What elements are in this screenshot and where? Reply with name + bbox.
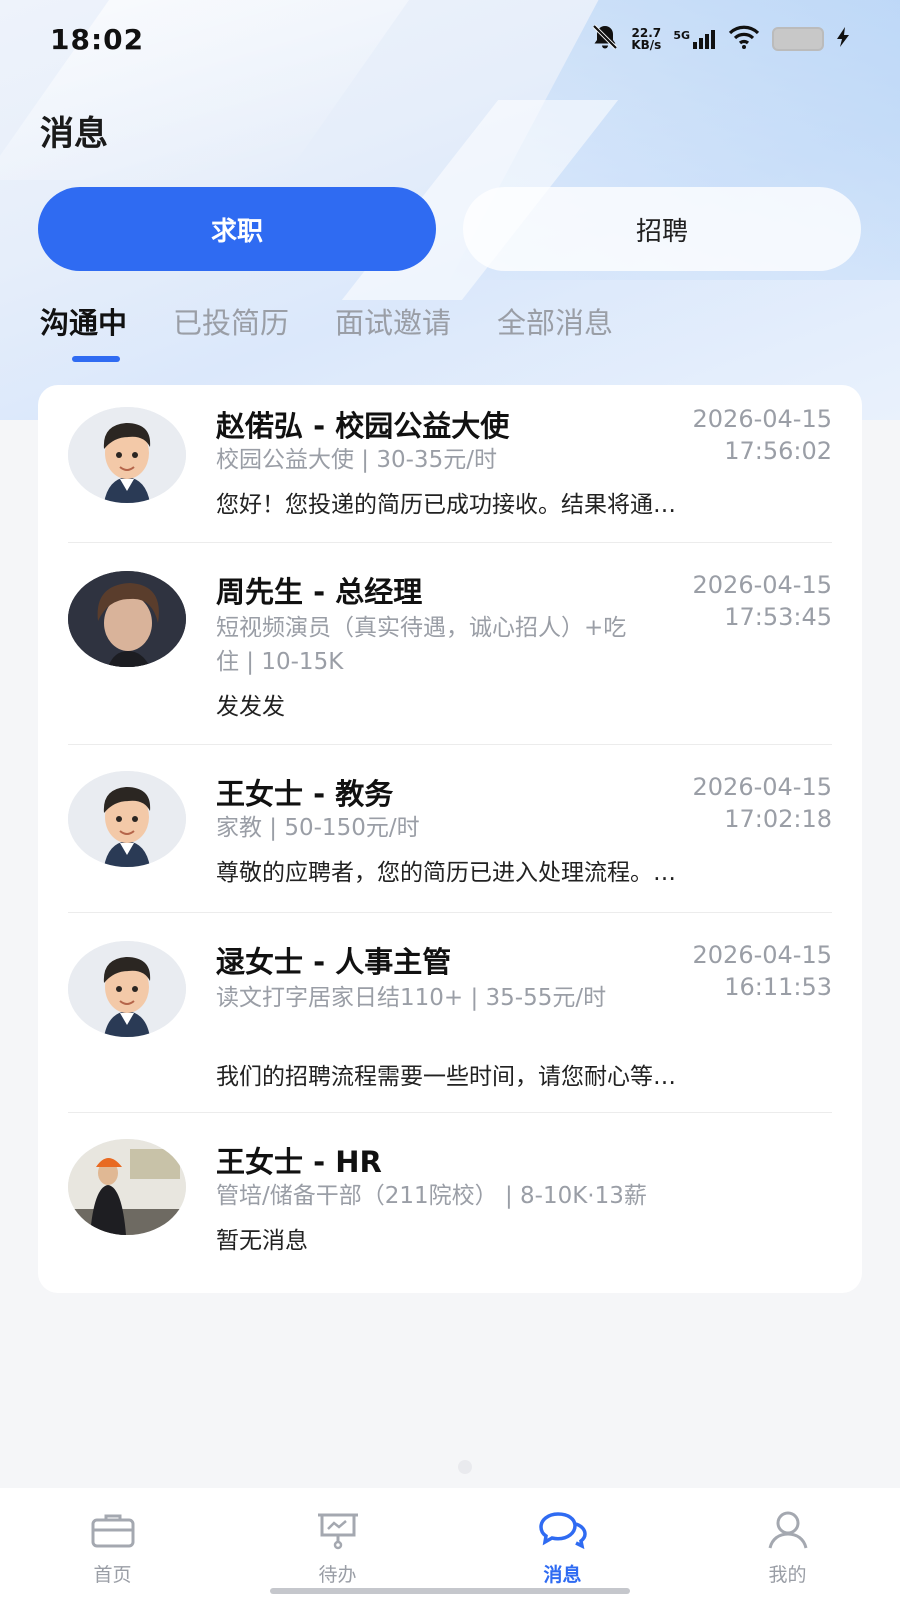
message-date: 2026-04-15 [692, 571, 832, 599]
last-message: 您好！您投递的简历已成功接收。结果将通… [216, 492, 676, 518]
battery-icon [772, 27, 824, 51]
nav-label: 我的 [768, 1564, 807, 1586]
avatar [68, 571, 186, 667]
nav-messages[interactable]: 消息 [450, 1488, 675, 1600]
conversation-title: 周先生 - 总经理 [216, 575, 423, 609]
conversation-title: 逯女士 - 人事主管 [216, 945, 452, 979]
clock: 18:02 [50, 22, 145, 56]
network-type: 5G [673, 29, 690, 42]
wifi-icon [728, 25, 760, 53]
job-summary: 短视频演员（真实待遇，诚心招人）+吃住 | 10-15K [216, 615, 627, 675]
message-date: 2026-04-15 [692, 773, 832, 801]
home-indicator[interactable] [270, 1588, 630, 1594]
nav-todo[interactable]: 待办 [225, 1488, 450, 1600]
message-time: 17:53:45 [724, 603, 832, 631]
cartoon-avatar-icon [68, 771, 186, 867]
message-timestamp: 2026-04-15 16:11:53 [693, 939, 832, 1003]
photo-avatar-icon [68, 571, 186, 667]
avatar [68, 771, 186, 867]
conversation-item[interactable]: 逯女士 - 人事主管 读文打字居家日结110+ | 35-55元/时 我们的招聘… [68, 913, 832, 1113]
signal-icon: 5G [673, 29, 716, 49]
user-icon [765, 1510, 811, 1554]
job-summary: 校园公益大使 | 30-35元/时 [216, 447, 497, 473]
chat-bubbles-icon [538, 1510, 588, 1554]
last-message: 我们的招聘流程需要一些时间，请您耐心等… [216, 1064, 676, 1090]
last-message: 尊敬的应聘者，您的简历已进入处理流程。… [216, 860, 676, 886]
charging-icon [836, 26, 850, 52]
mute-bell-icon [591, 23, 619, 55]
message-timestamp: 2026-04-15 17:56:02 [693, 403, 832, 467]
avatar [68, 941, 186, 1037]
message-tabs: 沟通中 已投简历 面试邀请 全部消息 [40, 300, 613, 362]
job-summary: 读文打字居家日结110+ | 35-55元/时 [216, 985, 607, 1011]
page-indicator-dot [458, 1460, 472, 1474]
message-time: 17:56:02 [724, 437, 832, 465]
job-summary: 管培/储备干部（211院校） | 8-10K·13薪 [216, 1183, 647, 1209]
message-time: 16:11:53 [724, 973, 832, 1001]
nav-label: 待办 [318, 1564, 357, 1586]
network-speed: 22.7 KB/s [631, 27, 661, 51]
message-time: 17:02:18 [724, 805, 832, 833]
tab-communicating[interactable]: 沟通中 [40, 300, 127, 362]
conversation-item[interactable]: 王女士 - 教务 家教 | 50-150元/时 尊敬的应聘者，您的简历已进入处理… [68, 745, 832, 913]
briefcase-icon [90, 1510, 136, 1554]
presentation-board-icon [315, 1510, 361, 1554]
avatar [68, 407, 186, 503]
conversation-title: 王女士 - 教务 [216, 777, 394, 811]
nav-profile[interactable]: 我的 [675, 1488, 900, 1600]
last-message: 暂无消息 [216, 1228, 308, 1254]
message-timestamp: 2026-04-15 17:53:45 [693, 569, 832, 633]
last-message: 发发发 [216, 694, 285, 720]
tab-all-messages[interactable]: 全部消息 [497, 300, 613, 362]
tab-resumes-sent[interactable]: 已投简历 [173, 300, 289, 362]
message-timestamp: 2026-04-15 17:02:18 [693, 771, 832, 835]
conversation-item[interactable]: 赵偌弘 - 校园公益大使 校园公益大使 | 30-35元/时 您好！您投递的简历… [68, 385, 832, 543]
status-bar: 18:02 22.7 KB/s 5G [0, 0, 900, 78]
page-title: 消息 [40, 114, 108, 154]
job-summary: 家教 | 50-150元/时 [216, 815, 420, 841]
message-date: 2026-04-15 [692, 405, 832, 433]
conversation-list: 赵偌弘 - 校园公益大使 校园公益大使 | 30-35元/时 您好！您投递的简历… [38, 385, 862, 1293]
segment-recruiting[interactable]: 招聘 [463, 187, 861, 271]
nav-home[interactable]: 首页 [0, 1488, 225, 1600]
tab-interview-invites[interactable]: 面试邀请 [335, 300, 451, 362]
speed-unit: KB/s [631, 38, 662, 52]
conversation-title: 王女士 - HR [216, 1145, 382, 1179]
conversation-item[interactable]: 王女士 - HR 管培/储备干部（211院校） | 8-10K·13薪 暂无消息 [68, 1113, 832, 1273]
cartoon-avatar-icon [68, 407, 186, 503]
message-date: 2026-04-15 [692, 941, 832, 969]
nav-label: 消息 [543, 1564, 582, 1586]
cartoon-avatar-icon [68, 941, 186, 1037]
avatar [68, 1139, 186, 1235]
conversation-item[interactable]: 周先生 - 总经理 短视频演员（真实待遇，诚心招人）+吃住 | 10-15K 发… [68, 543, 832, 745]
photo-avatar-icon [68, 1139, 186, 1235]
segment-job-seeking[interactable]: 求职 [38, 187, 436, 271]
bottom-navigation: 首页 待办 消息 我的 [0, 1488, 900, 1600]
conversation-title: 赵偌弘 - 校园公益大使 [216, 409, 510, 443]
nav-label: 首页 [93, 1564, 132, 1586]
